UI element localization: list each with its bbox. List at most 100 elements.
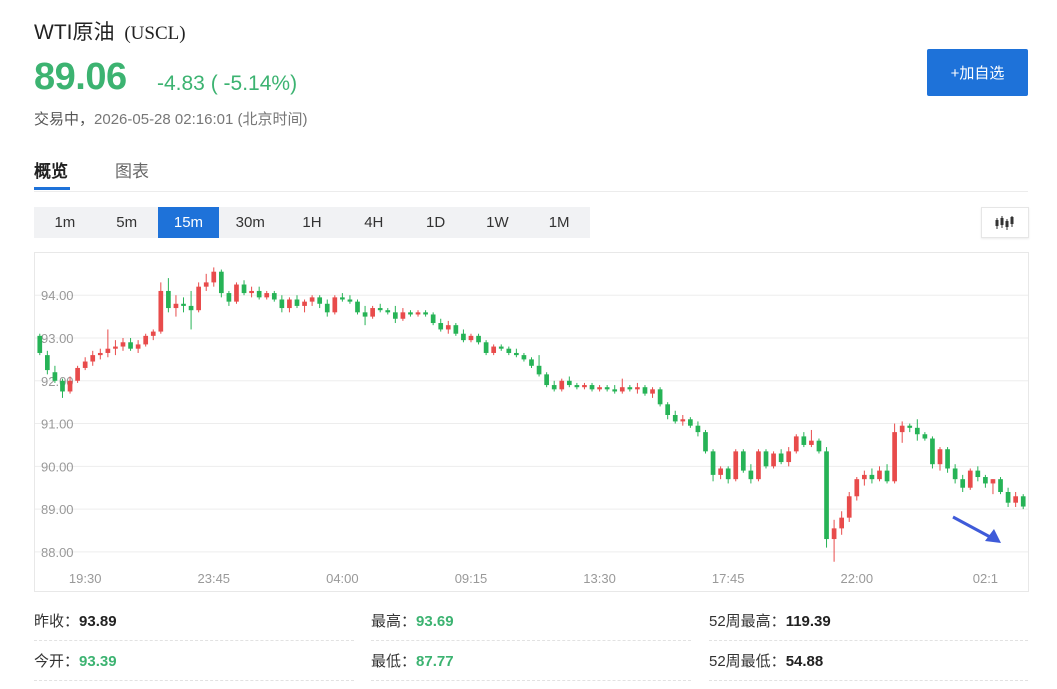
candle-body	[461, 333, 466, 341]
candle-body	[740, 451, 746, 471]
candle-body	[862, 474, 867, 480]
trading-status: 交易中，2026-05-28 02:16:01 (北京时间)	[34, 108, 307, 129]
candle-body	[892, 432, 897, 482]
instrument-title: WTI原油 (USCL)	[34, 16, 186, 46]
candle-body	[990, 479, 996, 484]
candle-body	[498, 346, 504, 349]
x-tick-label: 19:30	[69, 571, 102, 586]
candle-body	[75, 367, 80, 381]
candle-body	[173, 303, 179, 309]
stat-divider	[709, 640, 1028, 642]
stat-divider	[709, 680, 1028, 682]
chart-canvas: 94.0093.0092.0091.0090.0089.0088.0019:30…	[35, 267, 1028, 586]
candle-body	[914, 427, 920, 435]
candle-body	[786, 451, 792, 463]
stat-divider	[34, 640, 354, 642]
candle-body	[899, 425, 905, 433]
candlestick-icon	[995, 215, 1014, 230]
candle-body	[45, 355, 50, 371]
candle-body	[619, 387, 625, 392]
period-4h[interactable]: 4H	[343, 207, 405, 238]
candle-body	[960, 479, 966, 488]
period-1h[interactable]: 1H	[281, 207, 343, 238]
stat-divider	[371, 640, 691, 642]
candle-body	[256, 290, 262, 298]
candle-body	[188, 305, 194, 311]
candle-body	[203, 282, 209, 287]
candle-body	[476, 335, 481, 343]
candle-body	[218, 271, 224, 294]
candle-body	[627, 387, 633, 390]
y-tick-label: 94.00	[41, 288, 74, 303]
period-1m[interactable]: 1m	[34, 207, 96, 238]
candle-body	[884, 470, 890, 482]
candle-body	[846, 496, 852, 518]
candle-body	[589, 385, 595, 390]
candle-body	[793, 436, 799, 452]
candlestick-chart[interactable]: 94.00 93.00 92.00 91.00 90.00 89.00 88.00 19:30…	[34, 252, 1029, 592]
candle-body	[551, 385, 557, 390]
candle-body	[854, 479, 860, 497]
candle-body	[635, 387, 640, 390]
tab-overview[interactable]: 概览	[34, 157, 68, 182]
tab-chart[interactable]: 图表	[115, 157, 149, 182]
period-5m[interactable]: 5m	[96, 207, 158, 238]
candle-body	[67, 380, 73, 392]
x-tick-label: 09:15	[455, 571, 488, 586]
stat-open: 今开：93.39	[34, 653, 117, 670]
candle-body	[983, 477, 988, 484]
chart-type-button[interactable]	[981, 207, 1029, 238]
candle-body	[521, 355, 527, 360]
candle-body	[294, 299, 300, 306]
candle-body	[362, 312, 368, 317]
candle-body	[506, 348, 512, 353]
candle-body	[302, 301, 307, 306]
status-text: 交易中，	[34, 111, 95, 128]
period-15m[interactable]: 15m	[157, 207, 220, 238]
candle-body	[90, 355, 96, 362]
candle-body	[60, 380, 65, 392]
candle-body	[453, 325, 459, 334]
stat-52w-high: 52周最高：119.39	[709, 613, 831, 630]
last-price: 89.06	[34, 56, 127, 98]
candle-body	[415, 312, 421, 315]
candle-body	[529, 359, 534, 366]
period-1mo[interactable]: 1M	[528, 207, 590, 238]
candle-body	[120, 342, 126, 347]
candle-body	[324, 303, 330, 313]
candle-body	[945, 449, 950, 469]
x-tick-label: 13:30	[583, 571, 616, 586]
candle-body	[271, 293, 277, 300]
candle-body	[801, 436, 807, 445]
candle-body	[597, 387, 602, 390]
candle-body	[128, 342, 133, 349]
candle-body	[1020, 496, 1026, 507]
candle-body	[748, 470, 754, 480]
candle-body	[574, 385, 580, 388]
candle-body	[771, 453, 776, 467]
candle-body	[763, 451, 769, 467]
candle-body	[377, 308, 383, 311]
period-30m[interactable]: 30m	[219, 207, 281, 238]
candle-body	[604, 387, 610, 390]
stat-high: 最高：93.69	[371, 613, 454, 630]
stat-divider	[371, 680, 691, 682]
period-1w[interactable]: 1W	[466, 207, 528, 238]
candle-body	[113, 346, 118, 349]
candle-body	[385, 310, 391, 313]
candle-body	[226, 293, 232, 302]
candle-body	[135, 344, 141, 349]
candle-body	[309, 297, 315, 302]
candle-body	[688, 419, 693, 426]
candle-body	[181, 303, 186, 306]
price-change: -4.83 ( -5.14%)	[157, 72, 298, 95]
candle-body	[657, 389, 663, 405]
period-1d[interactable]: 1D	[405, 207, 467, 238]
candle-body	[234, 284, 239, 302]
add-to-watchlist-button[interactable]: +加自选	[927, 49, 1028, 96]
candle-body	[445, 325, 451, 330]
candle-body	[52, 372, 58, 381]
x-tick-label: 04:00	[326, 571, 359, 586]
candle-body	[544, 374, 549, 386]
candle-body	[196, 286, 201, 311]
